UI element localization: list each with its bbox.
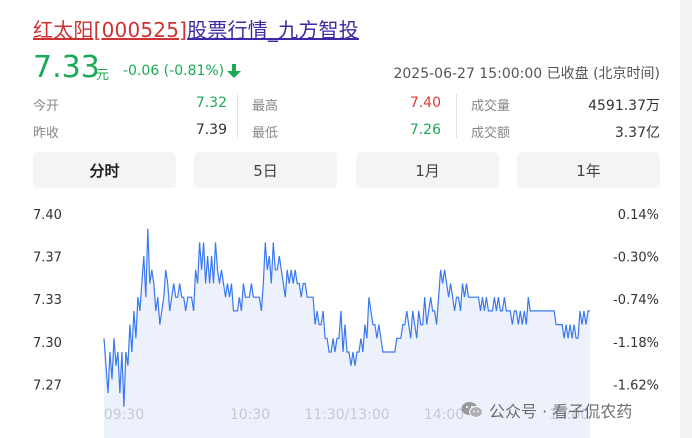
watermark: 公众号 · 看子侃农药 [461, 398, 632, 422]
prev-close-value: 7.39 [195, 122, 227, 138]
y-tick-label-left: 7.27 [33, 378, 62, 393]
y-tick-label-right: -0.74% [613, 293, 659, 308]
price-unit: 元 [96, 68, 110, 83]
open-value: 7.32 [195, 95, 227, 111]
y-tick-label-right: -0.30% [613, 251, 659, 266]
wechat-icon [461, 402, 483, 418]
tab-1-year[interactable]: 1年 [517, 152, 660, 188]
volume-label: 成交量 [471, 99, 511, 114]
page-title[interactable]: 红太阳[000525]股票行情_九方智投 [33, 14, 359, 43]
turnover-value: 3.37亿 [614, 125, 660, 141]
current-price: 7.33 [33, 50, 100, 85]
turnover-label: 成交额 [471, 126, 511, 141]
y-tick-label-right: -1.18% [613, 336, 659, 351]
y-tick-label-left: 7.40 [33, 208, 62, 223]
price-change: -0.06 (-0.81%) [123, 63, 225, 79]
stats-divider [456, 94, 457, 138]
y-tick-label-left: 7.30 [33, 336, 62, 351]
low-label: 最低 [252, 126, 279, 141]
y-tick-label-right: 0.14% [618, 208, 659, 223]
tab-1-month[interactable]: 1月 [356, 152, 499, 188]
tab-5-day[interactable]: 5日 [194, 152, 337, 188]
stats-divider [237, 94, 238, 138]
quote-timestamp: 2025-06-27 15:00:00 已收盘 (北京时间) [393, 66, 660, 82]
stock-name-code-link[interactable]: 红太阳[000525] [33, 18, 187, 42]
prev-close-label: 昨收 [33, 126, 60, 141]
low-value: 7.26 [409, 122, 441, 138]
right-edge-strip [680, 0, 692, 438]
arrow-down-icon [227, 64, 241, 78]
high-label: 最高 [252, 99, 279, 114]
tab-intraday[interactable]: 分时 [33, 152, 176, 188]
high-value: 7.40 [409, 95, 441, 111]
y-tick-label-left: 7.33 [33, 293, 62, 308]
page-title-rest[interactable]: 股票行情_九方智投 [187, 18, 359, 42]
y-tick-label-left: 7.37 [33, 251, 62, 266]
volume-value: 4591.37万 [588, 98, 660, 114]
open-label: 今开 [33, 99, 60, 114]
y-tick-label-right: -1.62% [613, 378, 659, 393]
watermark-text: 公众号 · 看子侃农药 [489, 402, 633, 421]
